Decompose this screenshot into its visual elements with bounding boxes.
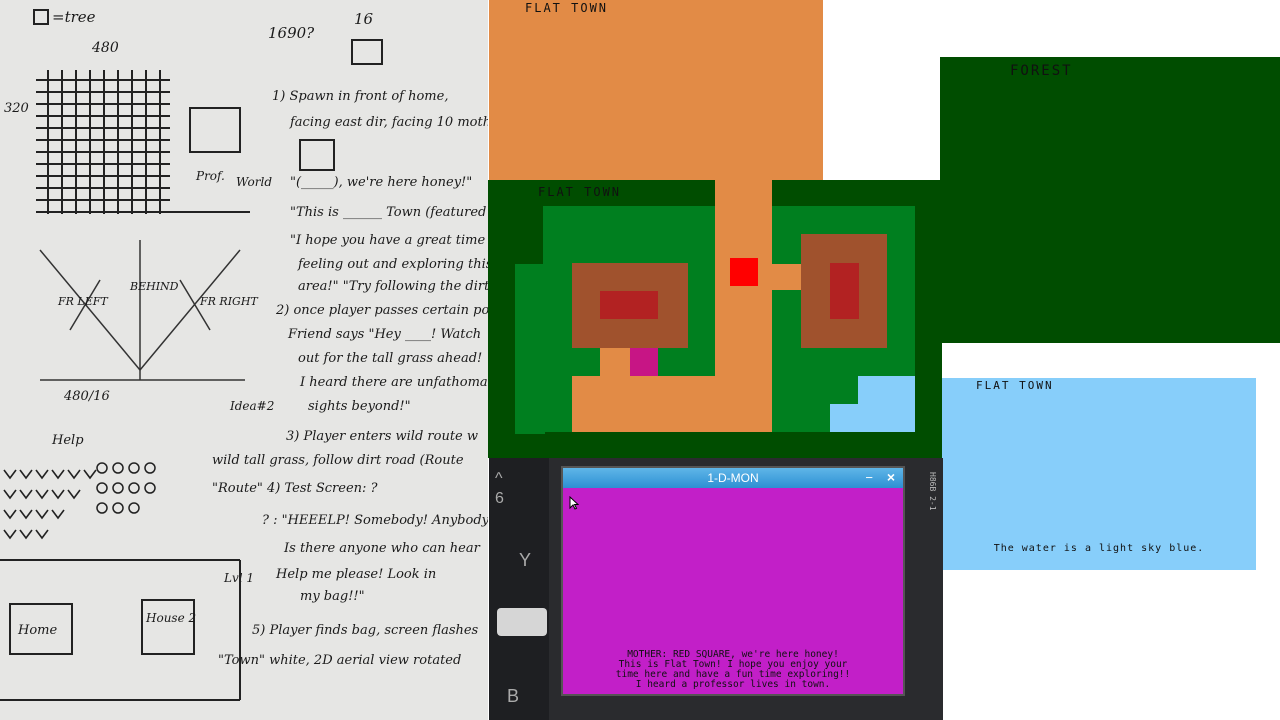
- sketch-note-11: I heard there are unfathomable: [299, 375, 488, 390]
- dirt-path-bottom: [572, 376, 732, 432]
- sketch-note-12: sights beyond!": [308, 399, 411, 414]
- map-panel-title: FLAT TOWN: [538, 185, 622, 199]
- sketch-note-9: Friend says "Hey ____! Watch: [287, 327, 481, 342]
- window-titlebar[interactable]: 1-D-MON − ×: [563, 468, 903, 488]
- sketch-note-21: "Town" white, 2D aerial view rotated: [218, 653, 461, 668]
- sketch-label-idea2: Idea#2: [229, 399, 274, 413]
- sketch-label-fr-right: FR RIGHT: [199, 295, 259, 308]
- water-info-panel: FLAT TOWN The water is a light sky blue.: [942, 378, 1256, 570]
- concept-sketch-photo: =tree 1690? 16 480 320 BEHIND FR LEFT FR…: [0, 0, 488, 720]
- sketch-label-480: 480/16: [63, 389, 110, 404]
- sketch-note-3: "(_____), we're here honey!": [290, 175, 472, 190]
- player-red-square: [730, 258, 758, 286]
- sketch-note-19: my bag!!": [300, 589, 365, 604]
- sketch-note-1: 1) Spawn in front of home,: [272, 89, 448, 104]
- dirt-path-right: [772, 264, 802, 290]
- key-6: 6: [495, 490, 504, 507]
- sketch-label-house2: House 2: [145, 611, 196, 625]
- sketch-note-7: area!" "Try following the dirt paths.: [298, 279, 488, 294]
- dirt-path-door: [600, 348, 630, 378]
- key-b: B: [507, 686, 520, 706]
- sketch-legend: =tree: [52, 8, 96, 26]
- home-roof: [600, 291, 658, 319]
- dialogue-text: MOTHER: RED SQUARE, we're here honey! Th…: [615, 649, 851, 690]
- usb-connector: [497, 608, 547, 636]
- sketch-label-lvl1: Lvl 1: [223, 571, 254, 585]
- flat-town-map-panel: FLAT TOWN: [488, 180, 942, 458]
- sketch-note-10: out for the tall grass ahead!: [298, 351, 482, 366]
- grass-area-left: [515, 264, 545, 434]
- key-y: Y: [519, 550, 532, 570]
- sketch-label-home: Home: [17, 623, 57, 638]
- sketch-count-1: 1690?: [268, 24, 315, 42]
- forest-panel: FOREST: [940, 57, 1280, 343]
- device-photo: ^ 6 Y B H86B 2-1 1-D-MON − × MOTHER: RED…: [489, 458, 943, 720]
- home-door: [630, 348, 658, 376]
- house-2-roof: [830, 263, 859, 319]
- sketch-note-6: feeling out and exploring this new: [297, 257, 488, 272]
- sketch-label-behind: BEHIND: [129, 280, 179, 293]
- close-button[interactable]: ×: [887, 469, 895, 485]
- flat-town-orange-panel: FLAT TOWN: [489, 0, 823, 180]
- sketch-note-8: 2) once player passes certain point: [275, 303, 488, 318]
- sketch-note-18: Help me please! Look in: [275, 567, 436, 582]
- forest-panel-title: FOREST: [1010, 63, 1073, 79]
- orange-panel-title: FLAT TOWN: [525, 1, 609, 15]
- sketch-label-help: Help: [51, 433, 84, 448]
- sketch-label-world: World: [236, 175, 272, 189]
- town-map: [515, 180, 915, 434]
- blue-panel-title: FLAT TOWN: [976, 379, 1054, 392]
- sketch-note-13: 3) Player enters wild route w: [286, 429, 478, 444]
- board-label: H86B 2-1: [928, 472, 937, 511]
- sketch-note-16: ? : "HEEELP! Somebody! Anybody: [262, 513, 488, 528]
- sketch-count-4: 480: [91, 40, 119, 56]
- sketch-count-2: 16: [354, 10, 374, 28]
- water-caption: The water is a light sky blue.: [993, 543, 1205, 554]
- sketch-note-5: "I hope you have a great time: [290, 233, 485, 248]
- sketch-drawing: =tree 1690? 16 480 320 BEHIND FR LEFT FR…: [0, 8, 488, 701]
- sketch-note-2: facing east dir, facing 10 mother: [289, 115, 488, 130]
- window-title: 1-D-MON: [707, 471, 759, 485]
- game-window[interactable]: 1-D-MON − × MOTHER: RED SQUARE, we're he…: [561, 466, 905, 696]
- keyboard-edge: ^ 6 Y B: [489, 458, 549, 720]
- mouse-cursor-icon: [569, 496, 579, 510]
- sketch-note-4: "This is ______ Town (featured refer: [290, 205, 488, 220]
- sketch-note-15: "Route" 4) Test Screen: ?: [212, 481, 379, 496]
- sketch-count-5: 320: [4, 101, 29, 116]
- sketch-note-20: 5) Player finds bag, screen flashes: [252, 623, 479, 638]
- minimize-button[interactable]: −: [865, 470, 873, 485]
- sketch-label-prof: Prof.: [195, 169, 225, 183]
- sketch-note-17: Is there anyone who can hear: [283, 541, 481, 556]
- sketch-label-fr-left: FR LEFT: [57, 295, 109, 308]
- sketch-note-14: wild tall grass, follow dirt road (Route: [212, 453, 464, 468]
- key-caret: ^: [495, 470, 503, 487]
